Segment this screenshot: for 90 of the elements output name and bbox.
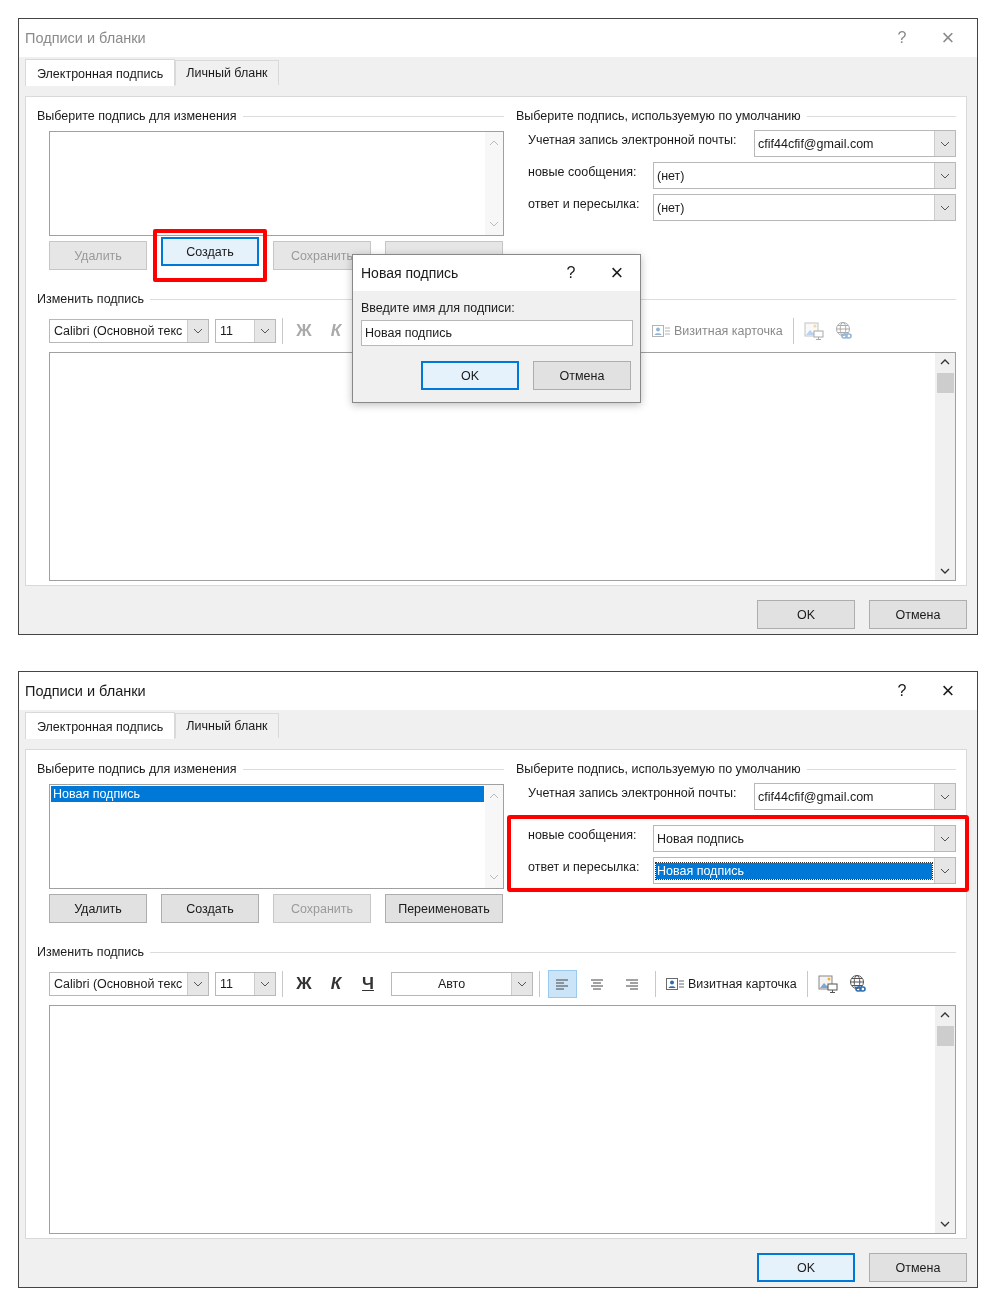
section-heading: Выберите подпись, используемую по умолчанию (516, 109, 801, 123)
list-item[interactable]: Новая подпись (51, 786, 484, 802)
chevron-down-icon (260, 328, 270, 334)
dropdown-value: Новая подпись (656, 830, 745, 847)
section-heading: Выберите подпись для изменения (37, 762, 237, 776)
section-heading: Выберите подпись, используемую по умолчанию (516, 762, 801, 776)
chevron-down-icon (517, 981, 527, 987)
dropdown[interactable]: Новая подпись (653, 825, 956, 852)
chevron-up-icon (940, 1012, 950, 1018)
chevron-down-icon (940, 140, 950, 147)
field-label: Учетная запись электронной почты: (528, 132, 738, 147)
chevron-up-icon (489, 140, 499, 146)
signature-list[interactable] (49, 131, 504, 236)
dropdown[interactable]: cfif44cfif@gmail.com (754, 130, 956, 157)
dropdown-value: cfif44cfif@gmail.com (757, 788, 875, 805)
section-heading: Изменить подпись (37, 292, 145, 306)
field-label: Учетная запись электронной почты: (528, 785, 738, 800)
section-heading: Выберите подпись для изменения (37, 109, 237, 123)
window-title: Подписи и бланки (25, 683, 147, 699)
chevron-down-icon (940, 204, 950, 211)
help-button[interactable]: ? (879, 678, 925, 704)
chevron-up-icon (489, 793, 499, 799)
list-action-button[interactable]: Создать (161, 237, 259, 266)
dialog-button[interactable]: OK (757, 600, 855, 629)
tab[interactable]: Электронная подпись (25, 712, 176, 739)
section-heading: Изменить подпись (37, 945, 145, 959)
align-left-button[interactable] (548, 970, 577, 998)
align-left-icon (556, 978, 569, 990)
tab[interactable]: Электронная подпись (25, 59, 176, 86)
scrollbar[interactable] (935, 353, 955, 580)
field-label: ответ и пересылка: (528, 859, 641, 874)
field-label: Введите имя для подписи: (361, 301, 516, 315)
size-dropdown[interactable]: 11 (215, 972, 276, 996)
window-title: Подписи и бланки (25, 30, 147, 46)
chevron-down-icon (489, 874, 499, 880)
chevron-down-icon (940, 835, 950, 842)
dropdown-value: Новая подпись (656, 862, 932, 879)
field-label: новые сообщения: (528, 827, 638, 842)
contact-card-icon (652, 325, 670, 337)
scrollbar-thumb[interactable] (936, 1026, 954, 1046)
underline-button[interactable]: Ч (353, 972, 383, 996)
close-button[interactable]: × (925, 674, 971, 708)
font-dropdown[interactable]: Calibri (Основной текс (49, 972, 209, 996)
field-label: новые сообщения: (528, 164, 638, 179)
scrollbar-thumb[interactable] (936, 373, 954, 393)
tab[interactable]: Личный бланк (175, 713, 279, 738)
name-field[interactable]: Новая подпись (361, 320, 633, 346)
size-dropdown[interactable]: 11 (215, 319, 276, 343)
scrollbar[interactable] (935, 1006, 955, 1233)
dropdown[interactable]: (нет) (653, 194, 956, 221)
align-center-icon (591, 978, 604, 990)
bold-button[interactable]: Ж (289, 972, 319, 996)
field-label: ответ и пересылка: (528, 196, 641, 211)
italic-button[interactable]: К (321, 972, 351, 996)
list-action-button[interactable]: Удалить (49, 894, 147, 923)
chevron-down-icon (940, 1221, 950, 1227)
chevron-down-icon (193, 328, 203, 334)
chevron-down-icon (940, 568, 950, 574)
dropdown-value: (нет) (656, 167, 686, 184)
chevron-down-icon (940, 793, 950, 800)
business-card-button[interactable]: Визитная карточка (662, 977, 801, 991)
chevron-up-icon (940, 359, 950, 365)
contact-card-icon (666, 978, 684, 990)
dropdown[interactable]: Новая подпись (653, 857, 956, 884)
dialog-button[interactable]: OK (757, 1253, 855, 1282)
align-right-icon (626, 978, 639, 990)
signature-list[interactable]: Новая подпись (49, 784, 504, 889)
chevron-down-icon (940, 172, 950, 179)
help-button[interactable]: ? (879, 25, 925, 51)
help-button[interactable]: ? (548, 260, 594, 286)
color-dropdown[interactable]: Авто (391, 972, 533, 996)
list-action-button[interactable]: Переименовать (385, 894, 503, 923)
list-action-button[interactable]: Создать (161, 894, 259, 923)
dropdown[interactable]: (нет) (653, 162, 956, 189)
chevron-down-icon (489, 221, 499, 227)
chevron-down-icon (260, 981, 270, 987)
chevron-down-icon (940, 867, 950, 874)
chevron-down-icon (193, 981, 203, 987)
close-button[interactable]: × (594, 256, 640, 290)
signature-editor[interactable] (49, 352, 956, 581)
font-dropdown[interactable]: Calibri (Основной текс (49, 319, 209, 343)
dropdown-value: (нет) (656, 199, 686, 216)
dropdown-value: cfif44cfif@gmail.com (757, 135, 875, 152)
dialog-button[interactable]: Отмена (533, 361, 631, 390)
dialog-button[interactable]: Отмена (869, 600, 967, 629)
dropdown[interactable]: cfif44cfif@gmail.com (754, 783, 956, 810)
close-button[interactable]: × (925, 21, 971, 55)
tab[interactable]: Личный бланк (175, 60, 279, 85)
dialog-button[interactable]: OK (421, 361, 519, 390)
dialog-button[interactable]: Отмена (869, 1253, 967, 1282)
